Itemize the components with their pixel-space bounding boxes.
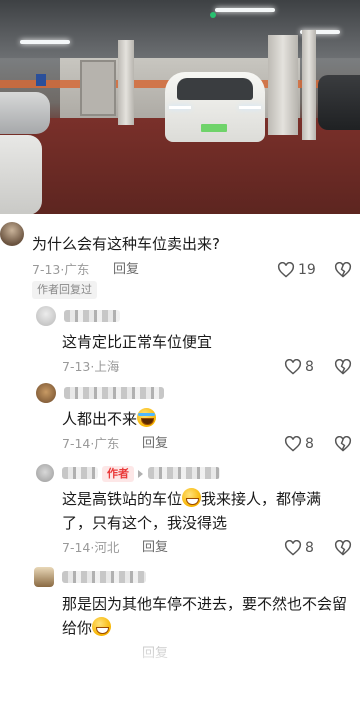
heart-outline-icon [277, 262, 295, 278]
reply-button[interactable]: 回复 [142, 539, 168, 557]
comment-meta: 7-13·上海 [62, 358, 119, 376]
comment-text-part2: 我来接人，都停满 [201, 490, 322, 508]
avatar[interactable] [34, 567, 54, 587]
car-headlight [169, 106, 191, 109]
like-button[interactable]: 19 [277, 261, 316, 279]
comment-text-body: 人都出不来 [62, 410, 138, 428]
comment-meta: 7-13·广东 [32, 261, 89, 279]
bottom-fade-overlay [0, 646, 360, 707]
white-ev-car [165, 72, 265, 142]
username-redacted [62, 571, 146, 583]
comment-text: 人都出不来 [62, 407, 157, 431]
garage-door [80, 60, 116, 116]
reply-button[interactable]: 回复 [142, 435, 168, 453]
username-redacted [148, 467, 220, 479]
crying-laughing-emoji [137, 408, 157, 427]
reply-button[interactable]: 回复 [113, 261, 139, 279]
like-button[interactable]: 8 [284, 435, 314, 453]
heart-outline-icon [284, 359, 302, 375]
parked-car-front [0, 135, 42, 214]
comment-text-line2: 给你 [62, 619, 93, 637]
comment-location: 上海 [94, 359, 120, 374]
like-count: 8 [305, 540, 314, 556]
avatar[interactable] [36, 464, 54, 482]
comment-text: 给你 [62, 616, 112, 640]
reply-to-arrow-icon [138, 470, 143, 478]
heart-outline-icon [284, 436, 302, 452]
author-badge: 作者 [102, 466, 134, 482]
ceiling-light [20, 40, 70, 44]
broken-heart-icon[interactable] [334, 359, 352, 375]
comment-date: 7-13 [32, 262, 61, 277]
comment-text: 这是高铁站的车位 我来接人，都停满 [62, 487, 321, 511]
author-replied-tag: 作者回复过 [32, 281, 97, 299]
grinning-face-emoji [92, 617, 112, 636]
like-count: 8 [305, 359, 314, 375]
comment-location: 广东 [94, 436, 120, 451]
pillar [302, 30, 316, 140]
grinning-face-emoji [182, 488, 202, 507]
comment-text-part1: 这是高铁站的车位 [62, 490, 183, 508]
car-plate [201, 124, 227, 132]
broken-heart-icon[interactable] [334, 540, 352, 556]
broken-heart-icon[interactable] [334, 262, 352, 278]
parked-car-right [318, 75, 360, 130]
like-button[interactable]: 8 [284, 358, 314, 376]
like-count: 8 [305, 436, 314, 452]
pillar [268, 35, 298, 135]
car-windshield [177, 78, 253, 100]
avatar[interactable] [36, 306, 56, 326]
comment-location: 河北 [94, 540, 120, 555]
comment-meta: 7-14·广东 [62, 435, 119, 453]
parked-car-left [0, 92, 50, 134]
comment-text: 这肯定比正常车位便宜 [62, 333, 213, 351]
comment-date: 7-13 [62, 359, 91, 374]
exit-light [210, 12, 216, 18]
wall-sign [36, 74, 46, 86]
heart-outline-icon [284, 540, 302, 556]
comment-list: 为什么会有这种车位卖出来? 7-13·广东 回复 19 作者回复过 这肯定比正常… [0, 214, 360, 707]
avatar[interactable] [0, 222, 24, 246]
comment-meta: 7-14·河北 [62, 539, 119, 557]
ceiling-light [215, 8, 275, 12]
avatar[interactable] [36, 383, 56, 403]
comment-text-line2: 了，只有这个，我没得选 [62, 514, 228, 532]
pillar [118, 40, 134, 125]
like-count: 19 [298, 262, 316, 278]
username-redacted [64, 387, 164, 399]
car-headlight [239, 106, 261, 109]
username-redacted [62, 467, 98, 479]
username-redacted [64, 310, 120, 322]
parking-photo [0, 0, 360, 214]
comment-location: 广东 [64, 262, 90, 277]
comment-date: 7-14 [62, 540, 91, 555]
comment-date: 7-14 [62, 436, 91, 451]
comment-text-line1: 那是因为其他车停不进去，要不然也不会留 [62, 595, 348, 613]
broken-heart-icon[interactable] [334, 436, 352, 452]
comment-text: 为什么会有这种车位卖出来? [32, 235, 220, 253]
like-button[interactable]: 8 [284, 539, 314, 557]
